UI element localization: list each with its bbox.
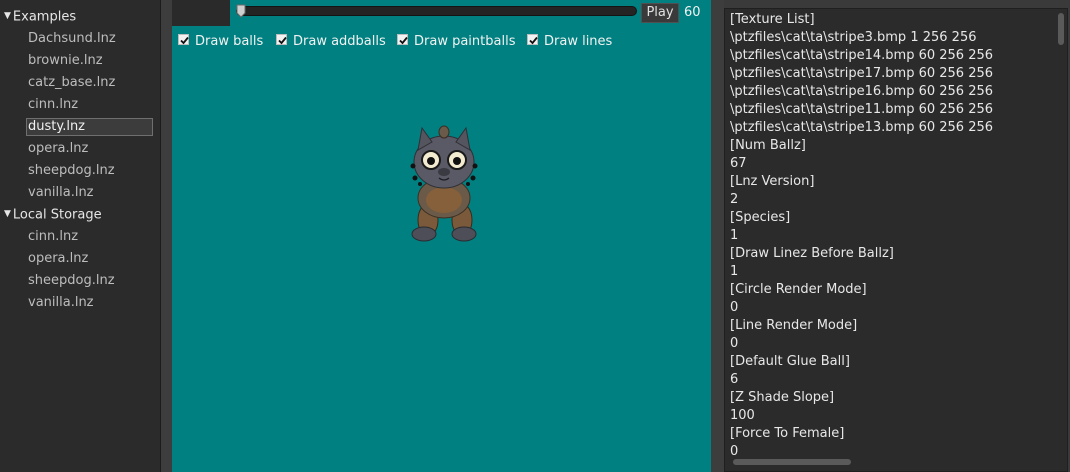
file-item[interactable]: vanilla.lnz <box>0 292 153 314</box>
draw-paintballs-checkbox[interactable]: Draw paintballs <box>397 33 515 51</box>
text-line: [Force To Female] <box>730 426 845 441</box>
file-item-selected[interactable]: dusty.lnz <box>26 118 153 136</box>
pet-viewport[interactable]: Play 60 Draw balls Draw addballs Draw pa… <box>172 0 711 472</box>
file-item[interactable]: sheepdog.lnz <box>0 160 153 182</box>
draw-balls-label: Draw balls <box>195 34 264 49</box>
text-line: 2 <box>730 192 739 207</box>
checkbox-checked-icon[interactable] <box>178 34 189 45</box>
group-local-storage: ▼ Local Storage cinn.lnz opera.lnz sheepd… <box>0 204 160 314</box>
lnz-text-view[interactable]: [Texture List] \ptzfiles\cat\ta\stripe3.… <box>724 8 1068 472</box>
fps-value: 60 <box>684 5 701 20</box>
caret-down-icon: ▼ <box>4 11 11 21</box>
text-line: [Species] <box>730 210 791 225</box>
horizontal-scrollbar[interactable] <box>733 459 851 465</box>
group-label: Examples <box>12 9 77 25</box>
draw-lines-label: Draw lines <box>544 34 613 49</box>
checkbox-checked-icon[interactable] <box>397 34 408 45</box>
text-line: [Line Render Mode] <box>730 318 858 333</box>
slider-thumb[interactable] <box>236 4 246 18</box>
text-line: \ptzfiles\cat\ta\stripe14.bmp 60 256 256 <box>730 48 994 63</box>
vertical-scrollbar[interactable] <box>1058 13 1064 45</box>
file-item[interactable]: opera.lnz <box>0 138 153 160</box>
text-line: \ptzfiles\cat\ta\stripe3.bmp 1 256 256 <box>730 30 977 45</box>
text-line: 1 <box>730 228 739 243</box>
group-examples: ▼ Examples Dachsund.lnz brownie.lnz catz_… <box>0 6 160 204</box>
file-browser-sidebar: ▼ Examples Dachsund.lnz brownie.lnz catz_… <box>0 0 161 472</box>
group-header-examples[interactable]: ▼ Examples <box>0 6 160 28</box>
lnz-text-content: [Texture List] \ptzfiles\cat\ta\stripe3.… <box>730 11 1050 461</box>
file-item[interactable]: catz_base.lnz <box>0 72 153 94</box>
checkbox-checked-icon[interactable] <box>527 34 538 45</box>
text-line: \ptzfiles\cat\ta\stripe17.bmp 60 256 256 <box>730 66 994 81</box>
file-item[interactable]: vanilla.lnz <box>0 182 153 204</box>
file-item[interactable]: sheepdog.lnz <box>0 270 153 292</box>
file-item[interactable]: cinn.lnz <box>0 94 153 116</box>
text-line: \ptzfiles\cat\ta\stripe16.bmp 60 256 256 <box>730 84 994 99</box>
file-item[interactable]: opera.lnz <box>0 248 153 270</box>
draw-lines-checkbox[interactable]: Draw lines <box>527 33 612 51</box>
draw-addballs-checkbox[interactable]: Draw addballs <box>276 33 386 51</box>
text-line: \ptzfiles\cat\ta\stripe13.bmp 60 256 256 <box>730 120 994 135</box>
text-line: [Circle Render Mode] <box>730 282 867 297</box>
text-line: [Texture List] <box>730 12 815 27</box>
caret-down-icon: ▼ <box>4 209 11 219</box>
splitter[interactable] <box>711 0 724 472</box>
text-line: 0 <box>730 336 739 351</box>
file-item[interactable]: cinn.lnz <box>0 226 153 248</box>
file-item[interactable]: Dachsund.lnz <box>0 28 153 50</box>
draw-addballs-label: Draw addballs <box>293 34 386 49</box>
text-line: 6 <box>730 372 739 387</box>
draw-paintballs-label: Draw paintballs <box>414 34 516 49</box>
play-button[interactable]: Play <box>641 3 679 23</box>
frame-slider[interactable] <box>236 6 637 16</box>
group-label: Local Storage <box>12 207 102 223</box>
text-line: 67 <box>730 156 747 171</box>
text-line: \ptzfiles\cat\ta\stripe11.bmp 60 256 256 <box>730 102 994 117</box>
text-line: 1 <box>730 264 739 279</box>
file-item[interactable]: brownie.lnz <box>0 50 153 72</box>
cat-sprite[interactable] <box>406 120 486 246</box>
viewport-tab <box>172 0 230 26</box>
text-line: [Default Glue Ball] <box>730 354 850 369</box>
text-line: [Lnz Version] <box>730 174 815 189</box>
draw-balls-checkbox[interactable]: Draw balls <box>178 33 263 51</box>
text-line: [Z Shade Slope] <box>730 390 835 405</box>
text-line: [Draw Linez Before Ballz] <box>730 246 894 261</box>
group-header-local-storage[interactable]: ▼ Local Storage <box>0 204 160 226</box>
text-line: [Num Ballz] <box>730 138 806 153</box>
checkbox-checked-icon[interactable] <box>276 34 287 45</box>
splitter[interactable] <box>161 0 172 472</box>
text-line: 100 <box>730 408 755 423</box>
text-line: 0 <box>730 300 739 315</box>
